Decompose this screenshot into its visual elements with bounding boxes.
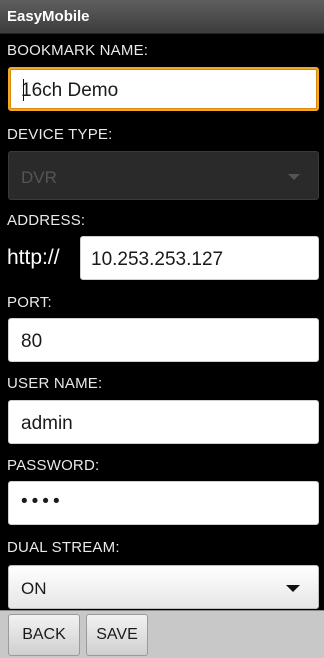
password-field[interactable]: •••• — [8, 481, 319, 525]
port-value: 80 — [21, 331, 43, 352]
address-prefix: http:// — [7, 246, 60, 269]
bookmark-name-value: 16ch Demo — [21, 80, 119, 101]
user-name-field[interactable]: admin — [8, 400, 319, 444]
dual-stream-value: ON — [21, 579, 47, 598]
dual-stream-select[interactable]: ON — [8, 565, 319, 609]
user-name-label: USER NAME: — [7, 375, 103, 392]
port-label: PORT: — [7, 294, 52, 311]
app-title: EasyMobile — [7, 8, 90, 25]
address-label: ADDRESS: — [7, 212, 86, 229]
device-type-select: DVR — [8, 151, 319, 200]
device-type-value: DVR — [21, 168, 57, 187]
title-bar: EasyMobile — [0, 0, 324, 34]
back-button[interactable]: BACK — [8, 614, 80, 656]
bookmark-name-label: BOOKMARK NAME: — [7, 42, 149, 59]
bottom-action-bar: BACK SAVE — [0, 610, 324, 658]
dropdown-arrow-icon — [288, 174, 300, 180]
dual-stream-label: DUAL STREAM: — [7, 539, 120, 556]
password-label: PASSWORD: — [7, 457, 100, 474]
bookmark-name-field[interactable]: 16ch Demo — [8, 67, 319, 111]
dropdown-arrow-icon — [286, 585, 300, 592]
device-type-label: DEVICE TYPE: — [7, 126, 113, 143]
save-button[interactable]: SAVE — [86, 614, 148, 656]
port-field[interactable]: 80 — [8, 318, 319, 362]
password-value: •••• — [21, 491, 64, 512]
address-field[interactable]: 10.253.253.127 — [80, 236, 319, 280]
user-name-value: admin — [21, 413, 73, 434]
address-value: 10.253.253.127 — [91, 249, 224, 270]
